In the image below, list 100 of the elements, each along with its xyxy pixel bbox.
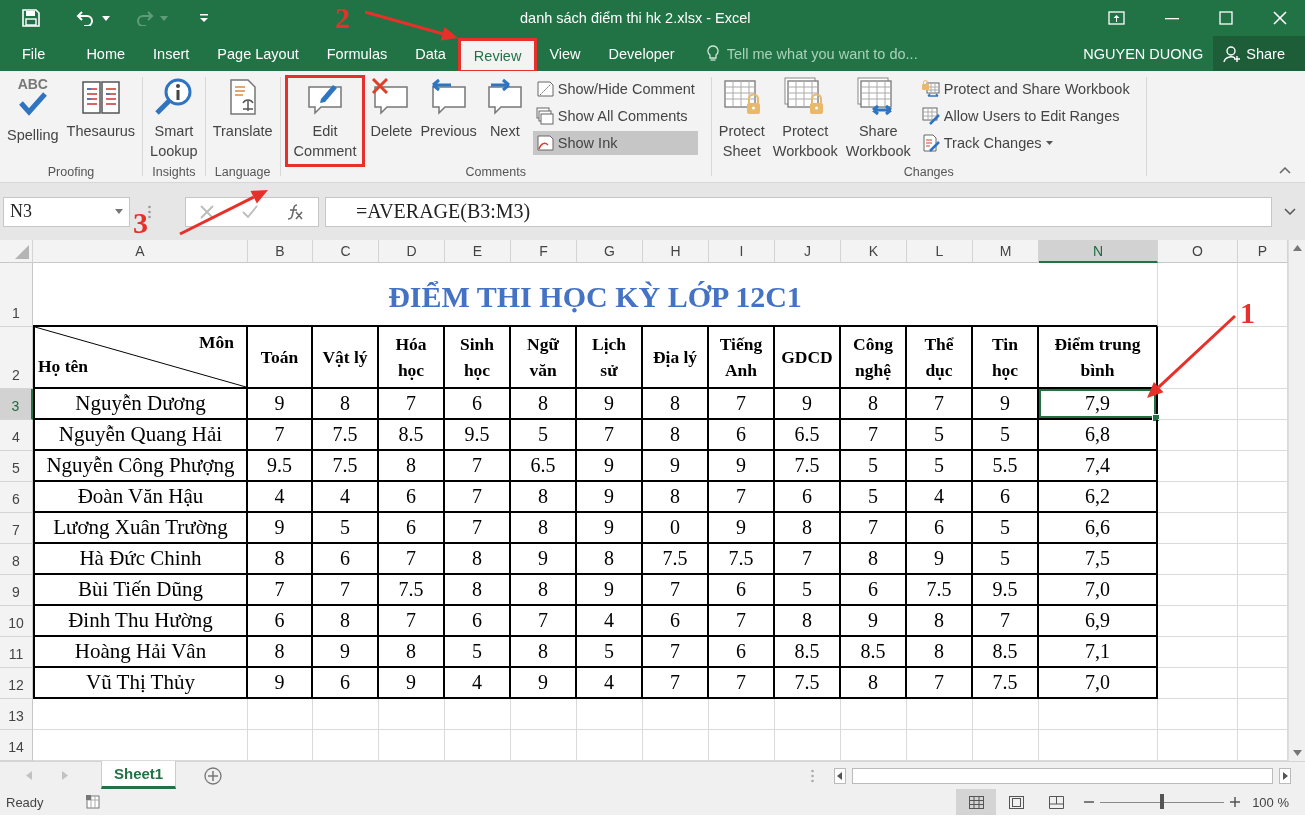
empty-cell[interactable] (643, 699, 709, 730)
column-header[interactable]: A (33, 240, 248, 263)
empty-cell[interactable] (379, 699, 445, 730)
column-header[interactable]: H (643, 240, 709, 263)
empty-cell[interactable] (775, 699, 841, 730)
customize-icon[interactable] (200, 14, 208, 22)
ribbon-button[interactable]: Protect and Share Workbook (918, 77, 1133, 101)
ribbon-button[interactable]: Thesaurus (63, 77, 139, 165)
row-header[interactable]: 12 (0, 668, 33, 699)
column-header[interactable]: C (313, 240, 379, 263)
normal-view-button[interactable] (956, 789, 997, 815)
row-header[interactable]: 4 (0, 420, 33, 451)
empty-cell[interactable] (1158, 699, 1238, 730)
row-header[interactable]: 3 (0, 389, 33, 420)
column-header[interactable]: K (841, 240, 907, 263)
empty-cell[interactable] (248, 699, 313, 730)
collapse-icon[interactable] (1279, 167, 1291, 174)
empty-cell[interactable] (1158, 327, 1238, 389)
macro-record-icon[interactable] (85, 795, 102, 809)
row-header[interactable]: 13 (0, 699, 33, 730)
ribbon-tab[interactable]: Review (459, 40, 536, 71)
save-icon[interactable] (22, 9, 40, 27)
select-all-button[interactable] (0, 240, 33, 263)
empty-cell[interactable] (1158, 606, 1238, 637)
add-sheet-icon[interactable] (204, 766, 223, 785)
empty-cell[interactable] (1158, 637, 1238, 668)
fill-handle[interactable] (1152, 414, 1160, 422)
lightbulb-icon[interactable] (706, 45, 719, 62)
empty-cell[interactable] (313, 699, 379, 730)
ribbon-tab[interactable]: Page Layout (203, 36, 313, 71)
row-header[interactable]: 7 (0, 513, 33, 544)
close-icon[interactable] (1273, 11, 1287, 25)
column-header[interactable]: I (709, 240, 775, 263)
ribbon-button[interactable]: Previous (417, 77, 480, 165)
column-header[interactable]: E (445, 240, 511, 263)
empty-cell[interactable] (709, 699, 775, 730)
column-header[interactable]: N (1039, 240, 1158, 263)
row-header[interactable]: 10 (0, 606, 33, 637)
row-header[interactable]: 8 (0, 544, 33, 575)
caret-icon[interactable] (115, 209, 123, 214)
empty-cell[interactable] (511, 699, 577, 730)
ribbon-tab[interactable]: Formulas (312, 36, 402, 71)
column-header[interactable]: O (1158, 240, 1238, 263)
scroll-down-icon[interactable] (1292, 750, 1302, 756)
ribbon-button[interactable]: Protect Workbook (769, 77, 841, 165)
ribbon-button[interactable]: ABC Spelling (4, 77, 62, 165)
empty-cell[interactable] (1158, 668, 1238, 699)
zoom-level[interactable]: 100 % (1252, 794, 1289, 810)
enter-icon[interactable] (242, 204, 258, 219)
ribbon-button[interactable]: Protect Sheet (715, 77, 768, 165)
scroll-left-icon[interactable] (834, 767, 846, 784)
empty-cell[interactable] (907, 699, 973, 730)
column-header[interactable]: L (907, 240, 973, 263)
empty-cell[interactable] (445, 699, 511, 730)
empty-cell[interactable] (1158, 544, 1238, 575)
row-header[interactable]: 5 (0, 451, 33, 482)
empty-cell[interactable] (1158, 263, 1238, 327)
empty-cell[interactable] (841, 699, 907, 730)
row-header[interactable]: 1 (0, 263, 33, 327)
empty-cell[interactable] (1158, 451, 1238, 482)
column-header[interactable]: P (1238, 240, 1288, 263)
empty-cell[interactable] (973, 699, 1039, 730)
ribbon-button[interactable]: Edit Comment (286, 77, 364, 165)
zoom-in-icon[interactable] (1230, 797, 1241, 807)
ribbon-tab[interactable]: Home (72, 36, 140, 71)
undo-icon[interactable] (76, 10, 96, 26)
empty-cell[interactable] (1158, 513, 1238, 544)
maximize-icon[interactable] (1219, 11, 1233, 25)
scroll-up-icon[interactable] (1292, 245, 1302, 251)
horizontal-scrollbar[interactable] (852, 767, 1273, 784)
ribbon-button[interactable]: Track Changes (918, 131, 1133, 155)
empty-cell[interactable] (1158, 482, 1238, 513)
user-name[interactable]: NGUYEN DUONG (1083, 36, 1214, 71)
ribbon-button[interactable]: Share Workbook (842, 77, 914, 165)
share-button[interactable]: Share (1213, 36, 1305, 71)
empty-cell[interactable] (1158, 575, 1238, 606)
empty-cell[interactable] (1158, 420, 1238, 451)
tell-me-field[interactable]: Tell me what you want to do... (724, 44, 959, 63)
column-header[interactable]: D (379, 240, 445, 263)
ribbon-tab[interactable]: View (535, 36, 595, 71)
scroll-right-icon[interactable] (1279, 767, 1291, 784)
column-header[interactable]: M (973, 240, 1039, 263)
formula-field[interactable]: =AVERAGE(B3:M3) (325, 196, 1272, 227)
ribbon-tab[interactable]: Data (401, 36, 460, 71)
row-header[interactable]: 9 (0, 575, 33, 606)
row-header[interactable]: 2 (0, 327, 33, 389)
ribbon-tab[interactable]: File (0, 36, 73, 71)
ribbon-tab[interactable]: Developer (594, 36, 689, 71)
row-header[interactable]: 6 (0, 482, 33, 513)
caret-icon[interactable] (102, 15, 110, 21)
column-header[interactable]: F (511, 240, 577, 263)
ribbon-button[interactable]: Show Ink (532, 131, 698, 155)
name-box[interactable]: N3 (3, 196, 130, 227)
ribbon-button[interactable]: Translate (209, 77, 276, 165)
function-icon[interactable] (286, 203, 304, 220)
column-header[interactable]: J (775, 240, 841, 263)
ribbon-button[interactable]: Show/Hide Comment (532, 77, 698, 101)
ribbon-tab[interactable]: Insert (139, 36, 204, 71)
column-header[interactable]: G (577, 240, 643, 263)
ribbon-button[interactable]: Delete (367, 77, 416, 165)
